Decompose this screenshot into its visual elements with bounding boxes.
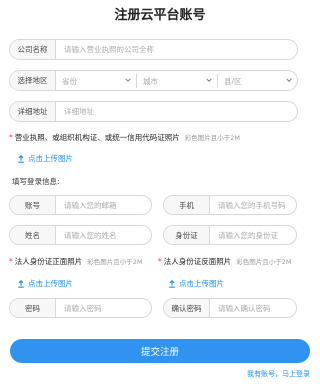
license-upload-label: 点击上传图片 bbox=[28, 154, 73, 163]
company-name-input[interactable]: 请输入营业执照的公司全称 bbox=[56, 44, 297, 55]
account-field[interactable]: 账号 请输入您的邮箱 bbox=[9, 195, 152, 215]
password-label: 密码 bbox=[10, 299, 56, 317]
name-input[interactable]: 请输入您的姓名 bbox=[56, 230, 151, 241]
district-select[interactable]: 县/区 bbox=[218, 71, 297, 90]
name-field[interactable]: 姓名 请输入您的姓名 bbox=[9, 225, 152, 245]
id-back-label: 法人身份证反面照片 bbox=[163, 257, 232, 266]
confirm-password-input[interactable]: 请输入确认密码 bbox=[210, 303, 296, 314]
account-input[interactable]: 请输入您的邮箱 bbox=[56, 200, 151, 211]
required-mark: * bbox=[9, 257, 13, 266]
required-mark: * bbox=[158, 257, 162, 266]
id-back-hint: 彩色图片且小于2M bbox=[236, 258, 292, 266]
license-upload-button[interactable]: 点击上传图片 bbox=[17, 153, 73, 164]
required-mark: * bbox=[9, 133, 13, 142]
city-value: 城市 bbox=[143, 76, 158, 86]
license-hint: 彩色图片且小于2M bbox=[184, 134, 240, 142]
idcard-label: 身份证 bbox=[164, 226, 210, 244]
district-value: 县/区 bbox=[224, 76, 242, 86]
id-back-upload-button[interactable]: 点击上传图片 bbox=[168, 278, 224, 289]
province-value: 省份 bbox=[62, 76, 77, 86]
address-input[interactable]: 详细地址 bbox=[56, 106, 297, 117]
province-select[interactable]: 省份 bbox=[56, 71, 136, 90]
region-label: 选择地区 bbox=[10, 71, 56, 90]
id-front-requirement: * 法人身份证正面照片 彩色图片且小于2M bbox=[9, 256, 143, 267]
license-label: 营业执照、或组织机构证、或统一信用代码证照片 bbox=[14, 133, 180, 142]
chevron-down-icon bbox=[286, 78, 292, 82]
page-title: 注册云平台账号 bbox=[114, 8, 206, 23]
phone-input[interactable]: 请输入您的手机号码 bbox=[210, 200, 296, 211]
confirm-password-label: 确认密码 bbox=[164, 299, 210, 317]
login-link[interactable]: 我有账号，马上登录 bbox=[247, 369, 310, 379]
id-back-upload-label: 点击上传图片 bbox=[179, 279, 224, 288]
phone-label: 手机 bbox=[164, 196, 210, 214]
id-front-label: 法人身份证正面照片 bbox=[14, 257, 83, 266]
name-label: 姓名 bbox=[10, 226, 56, 244]
company-name-label: 公司名称 bbox=[10, 40, 56, 59]
idcard-input[interactable]: 请输入您的身份证 bbox=[210, 230, 296, 241]
phone-field[interactable]: 手机 请输入您的手机号码 bbox=[163, 195, 297, 215]
upload-icon bbox=[18, 279, 24, 288]
company-name-field[interactable]: 公司名称 请输入营业执照的公司全称 bbox=[9, 39, 298, 60]
license-requirement: * 营业执照、或组织机构证、或统一信用代码证照片 彩色图片且小于2M bbox=[9, 132, 240, 143]
city-select[interactable]: 城市 bbox=[137, 71, 217, 90]
upload-icon bbox=[169, 279, 175, 288]
login-section-title: 填写登录信息: bbox=[12, 177, 60, 186]
password-input[interactable]: 请输入密码 bbox=[56, 303, 151, 314]
id-front-upload-button[interactable]: 点击上传图片 bbox=[17, 278, 73, 289]
confirm-password-field[interactable]: 确认密码 请输入确认密码 bbox=[163, 298, 297, 318]
upload-icon bbox=[18, 154, 24, 163]
account-label: 账号 bbox=[10, 196, 56, 214]
password-field[interactable]: 密码 请输入密码 bbox=[9, 298, 152, 318]
id-back-requirement: * 法人身份证反面照片 彩色图片且小于2M bbox=[158, 256, 292, 267]
id-front-upload-label: 点击上传图片 bbox=[28, 279, 73, 288]
submit-button[interactable]: 提交注册 bbox=[10, 339, 310, 363]
id-front-hint: 彩色图片且小于2M bbox=[87, 258, 143, 266]
address-field[interactable]: 详细地址 详细地址 bbox=[9, 101, 298, 122]
region-field: 选择地区 省份 城市 县/区 bbox=[9, 70, 298, 91]
chevron-down-icon bbox=[206, 78, 212, 82]
address-label: 详细地址 bbox=[10, 102, 56, 121]
chevron-down-icon bbox=[125, 78, 131, 82]
idcard-field[interactable]: 身份证 请输入您的身份证 bbox=[163, 225, 297, 245]
